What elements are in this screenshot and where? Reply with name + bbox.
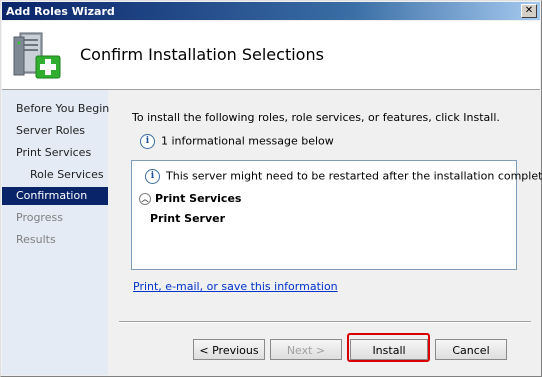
nav-item-label: Print Services — [16, 146, 92, 159]
previous-button[interactable]: < Previous — [193, 339, 265, 360]
nav-item-server-roles[interactable]: Server Roles — [2, 122, 108, 140]
info-icon: i — [145, 169, 160, 184]
restart-message-text: This server might need to be restarted a… — [166, 169, 542, 183]
nav-item-label: Results — [16, 233, 56, 246]
server-add-icon — [13, 32, 61, 79]
info-count-text: 1 informational message below — [161, 134, 334, 148]
restart-message: i This server might need to be restarted … — [145, 169, 542, 184]
nav-item-print-services[interactable]: Print Services — [2, 144, 108, 162]
nav-item-label: Server Roles — [16, 124, 86, 137]
wizard-nav: Before You Begin Server Roles Print Serv… — [2, 90, 110, 375]
window-title: Add Roles Wizard — [6, 5, 115, 18]
wizard-header: Confirm Installation Selections — [2, 21, 540, 90]
title-bar[interactable]: Add Roles Wizard ✕ — [2, 2, 540, 20]
info-summary: i 1 informational message below — [140, 134, 334, 149]
nav-item-confirmation[interactable]: Confirmation — [2, 187, 108, 205]
cancel-button[interactable]: Cancel — [435, 339, 507, 360]
collapse-icon[interactable]: ︿ — [139, 193, 151, 205]
wizard-window: Add Roles Wizard ✕ Confirm Installation … — [0, 0, 542, 377]
nav-item-results: Results — [2, 231, 108, 249]
wizard-content: To install the following roles, role ser… — [109, 90, 542, 375]
print-email-save-link[interactable]: Print, e-mail, or save this information — [133, 280, 338, 293]
page-title: Confirm Installation Selections — [80, 45, 324, 64]
footer-divider — [119, 321, 531, 323]
nav-item-role-services[interactable]: Role Services — [2, 166, 108, 184]
next-button: Next > — [270, 339, 342, 360]
role-group-label: Print Services — [155, 192, 242, 205]
install-button[interactable]: Install — [350, 339, 428, 360]
nav-item-label: Role Services — [30, 168, 104, 181]
results-box[interactable]: i This server might need to be restarted … — [131, 160, 542, 270]
role-group-print-services: ︿ Print Services — [139, 192, 241, 205]
intro-text: To install the following roles, role ser… — [132, 111, 500, 124]
nav-item-label: Confirmation — [16, 189, 88, 202]
nav-item-before-you-begin[interactable]: Before You Begin — [2, 100, 110, 118]
nav-item-label: Progress — [16, 211, 63, 224]
close-button[interactable]: ✕ — [521, 4, 537, 18]
nav-item-progress: Progress — [2, 209, 108, 227]
info-icon: i — [140, 134, 155, 149]
nav-item-label: Before You Begin — [16, 102, 110, 115]
role-service-print-server: Print Server — [150, 212, 226, 225]
